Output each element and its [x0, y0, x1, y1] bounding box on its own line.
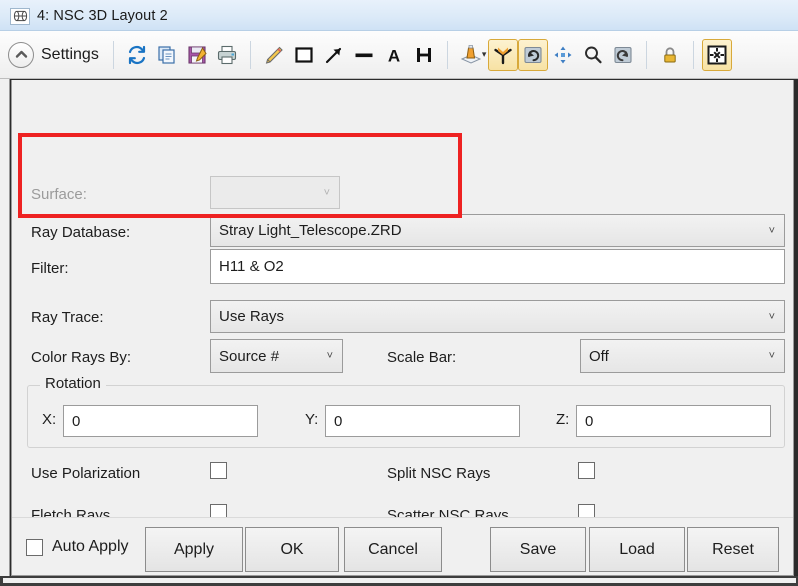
toolbar-separator: [447, 41, 448, 69]
chevron-down-icon: ˅: [769, 350, 775, 362]
rectangle-icon[interactable]: [289, 39, 319, 71]
print-icon[interactable]: [212, 39, 242, 71]
tab-bar: 4: NSC 3D Layout 2: [0, 0, 798, 31]
annotation-dropdown-caret-icon[interactable]: ▾: [482, 49, 487, 60]
toolbar-separator: [693, 41, 694, 69]
split-nsc-rays-label: Split NSC Rays: [387, 465, 490, 482]
rotation-z-label: Z:: [556, 411, 569, 428]
chevron-down-icon: ˅: [327, 350, 333, 362]
auto-apply-checkbox[interactable]: [26, 539, 43, 556]
rotation-x-input[interactable]: 0: [63, 405, 258, 437]
ray-trace-label: Ray Trace:: [31, 309, 104, 326]
chevron-down-icon: ˅: [324, 187, 330, 199]
ok-button[interactable]: OK: [245, 527, 339, 572]
rotate-view-icon[interactable]: [518, 39, 548, 71]
color-rays-by-dropdown[interactable]: Source # ˅: [210, 339, 343, 373]
application-window: 4: NSC 3D Layout 2 Settings: [0, 0, 798, 586]
surface-dropdown[interactable]: ˅: [210, 176, 340, 209]
filter-label: Filter:: [31, 260, 69, 277]
toolbar: Settings: [0, 31, 798, 79]
toolbar-separator: [250, 41, 251, 69]
svg-text:A: A: [388, 46, 400, 65]
filter-value: H11 & O2: [219, 258, 284, 275]
color-rays-by-label: Color Rays By:: [31, 349, 131, 366]
save-image-icon[interactable]: [182, 39, 212, 71]
ray-database-value: Stray Light_Telescope.ZRD: [219, 222, 402, 239]
rotation-x-value: 0: [72, 413, 80, 430]
arrow-icon[interactable]: [319, 39, 349, 71]
layout-3d-icon: [10, 8, 30, 25]
cancel-button[interactable]: Cancel: [344, 527, 442, 572]
window-frame-bottom-inner: [3, 578, 796, 583]
ray-database-label: Ray Database:: [31, 224, 130, 241]
collapse-chevron-icon[interactable]: [8, 42, 34, 68]
reset-view-icon[interactable]: [608, 39, 638, 71]
window-frame-bottom: [0, 576, 798, 586]
settings-label: Settings: [41, 46, 99, 64]
filter-input[interactable]: H11 & O2: [210, 249, 785, 284]
rotation-y-label: Y:: [305, 411, 318, 428]
dialog-footer: Auto Apply Apply OK Cancel Save Load Res…: [12, 517, 793, 575]
save-button[interactable]: Save: [490, 527, 586, 572]
rotation-y-value: 0: [334, 413, 342, 430]
rotation-y-input[interactable]: 0: [325, 405, 520, 437]
pan-icon[interactable]: [548, 39, 578, 71]
ray-trace-value: Use Rays: [219, 308, 284, 325]
reset-button[interactable]: Reset: [687, 527, 779, 572]
toolbar-separator: [646, 41, 647, 69]
auto-apply-label: Auto Apply: [52, 538, 129, 556]
dimension-icon[interactable]: [409, 39, 439, 71]
use-polarization-checkbox[interactable]: [210, 462, 227, 479]
scale-bar-label: Scale Bar:: [387, 349, 456, 366]
fit-window-icon[interactable]: [702, 39, 732, 71]
ray-database-dropdown[interactable]: Stray Light_Telescope.ZRD ˅: [210, 214, 785, 247]
color-rays-by-value: Source #: [219, 348, 279, 365]
split-nsc-rays-checkbox[interactable]: [578, 462, 595, 479]
lock-icon[interactable]: [655, 39, 685, 71]
surface-label: Surface:: [31, 186, 87, 203]
rotation-x-label: X:: [42, 411, 56, 428]
scale-bar-dropdown[interactable]: Off ˅: [580, 339, 785, 373]
axis-orientation-icon[interactable]: [488, 39, 518, 71]
settings-panel: Surface: ˅ Ray Database: Stray Light_Tel…: [11, 80, 794, 576]
toolbar-separator: [113, 41, 114, 69]
ray-trace-dropdown[interactable]: Use Rays ˅: [210, 300, 785, 333]
chevron-down-icon: ˅: [769, 225, 775, 237]
rotation-z-input[interactable]: 0: [576, 405, 771, 437]
rotation-group-title: Rotation: [40, 375, 106, 392]
apply-button[interactable]: Apply: [145, 527, 243, 572]
rotation-z-value: 0: [585, 413, 593, 430]
zoom-icon[interactable]: [578, 39, 608, 71]
copy-icon[interactable]: [152, 39, 182, 71]
text-icon[interactable]: A: [379, 39, 409, 71]
load-button[interactable]: Load: [589, 527, 685, 572]
refresh-icon[interactable]: [122, 39, 152, 71]
line-icon[interactable]: [349, 39, 379, 71]
window-frame-left: [0, 0, 10, 586]
use-polarization-label: Use Polarization: [31, 465, 140, 482]
settings-form: Surface: ˅ Ray Database: Stray Light_Tel…: [12, 80, 793, 517]
pencil-icon[interactable]: [259, 39, 289, 71]
chevron-down-icon: ˅: [769, 311, 775, 323]
scale-bar-value: Off: [589, 348, 609, 365]
settings-button[interactable]: Settings: [8, 42, 99, 68]
tab-title: 4: NSC 3D Layout 2: [37, 8, 168, 24]
tab-nsc-3d-layout[interactable]: 4: NSC 3D Layout 2: [4, 2, 178, 30]
